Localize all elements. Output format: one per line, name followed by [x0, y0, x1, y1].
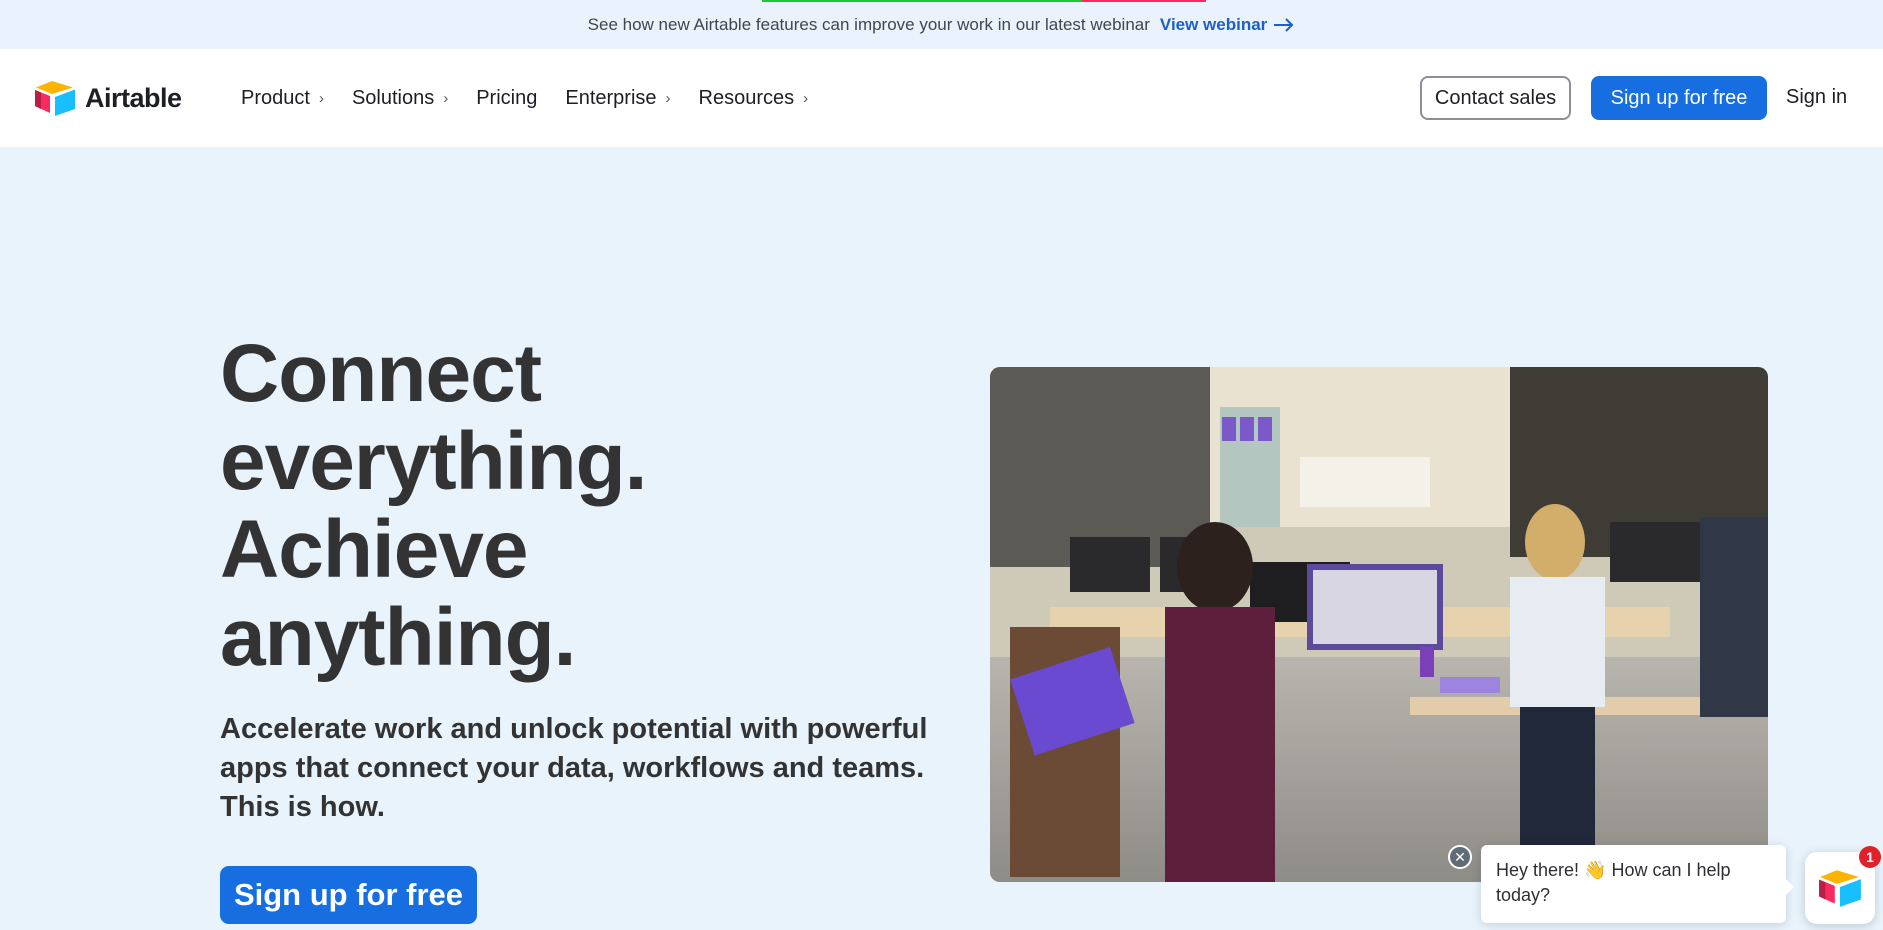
hero-image	[990, 367, 1768, 882]
nav-item-enterprise[interactable]: Enterprise ›	[565, 87, 670, 110]
announcement-bar: See how new Airtable features can improv…	[0, 0, 1883, 49]
chevron-right-icon: ›	[443, 89, 449, 107]
chevron-right-icon: ›	[665, 89, 671, 107]
nav-menu: Product › Solutions › Pricing Enterprise…	[241, 49, 808, 147]
airtable-logo-icon	[1819, 870, 1861, 907]
hero-title-line: Connect	[220, 328, 542, 419]
sign-up-button[interactable]: Sign up for free	[1591, 76, 1767, 120]
nav-item-solutions[interactable]: Solutions ›	[352, 87, 448, 110]
nav-item-resources[interactable]: Resources ›	[699, 87, 809, 110]
sign-in-link[interactable]: Sign in	[1786, 86, 1847, 109]
view-webinar-label: View webinar	[1159, 14, 1268, 34]
view-webinar-link[interactable]: View webinar	[1160, 15, 1295, 35]
nav-item-label: Enterprise	[565, 86, 657, 109]
airtable-logo-icon	[35, 81, 75, 116]
hero-subtitle: Accelerate work and unlock potential wit…	[220, 713, 928, 823]
hero-title-line: Achieve	[220, 504, 529, 595]
nav-item-label: Resources	[698, 86, 795, 109]
chevron-right-icon: ›	[318, 89, 324, 107]
progress-line	[762, 0, 1206, 2]
arrow-right-icon	[1274, 17, 1294, 32]
hero-title-line: everything.	[220, 416, 647, 507]
announcement-text: See how new Airtable features can improv…	[587, 14, 1150, 34]
hero-title: Connect everything. Achieve anything.	[220, 330, 780, 682]
contact-sales-button[interactable]: Contact sales	[1420, 76, 1571, 120]
airtable-logo[interactable]: Airtable	[33, 79, 182, 117]
main-nav: Airtable Product › Solutions › Pricing E…	[0, 49, 1883, 147]
nav-item-product[interactable]: Product ›	[241, 87, 324, 110]
nav-item-label: Pricing	[476, 86, 538, 109]
chevron-right-icon: ›	[803, 89, 809, 107]
chat-message[interactable]: Hey there! 👋 How can I help today?	[1481, 845, 1794, 923]
chat-message-prefix: Hey there!	[1496, 860, 1580, 880]
brand-name: Airtable	[85, 82, 182, 113]
hero-title-line: anything.	[220, 592, 576, 683]
office-photo	[990, 367, 1768, 882]
close-icon[interactable]: ✕	[1448, 845, 1472, 869]
wave-emoji-icon: 👋	[1584, 860, 1607, 880]
nav-item-pricing[interactable]: Pricing	[476, 87, 537, 110]
nav-item-label: Product	[241, 86, 310, 109]
hero-sign-up-button[interactable]: Sign up for free	[220, 866, 477, 924]
nav-item-label: Solutions	[351, 86, 435, 109]
notification-badge: 1	[1859, 846, 1881, 868]
